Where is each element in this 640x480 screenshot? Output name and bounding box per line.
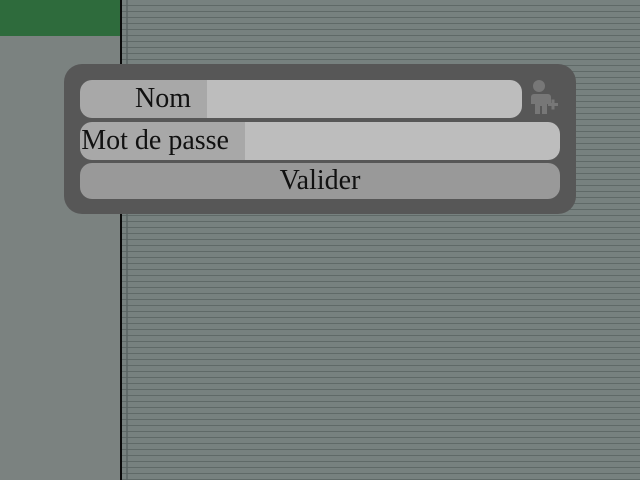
- login-dialog: Nom Mot de passe Valider: [64, 64, 576, 214]
- username-input[interactable]: [207, 80, 522, 118]
- submit-row: Valider: [80, 163, 560, 199]
- add-user-button[interactable]: [522, 78, 562, 120]
- desktop: Nom Mot de passe Valider: [0, 0, 640, 480]
- submit-button[interactable]: Valider: [80, 163, 560, 199]
- password-label: Mot de passe: [80, 122, 245, 160]
- password-row: Mot de passe: [80, 122, 560, 160]
- username-label: Nom: [80, 80, 207, 118]
- password-input[interactable]: [245, 122, 560, 160]
- left-panel-header: [0, 0, 120, 36]
- user-add-icon: [524, 78, 560, 121]
- username-row: Nom: [80, 80, 522, 118]
